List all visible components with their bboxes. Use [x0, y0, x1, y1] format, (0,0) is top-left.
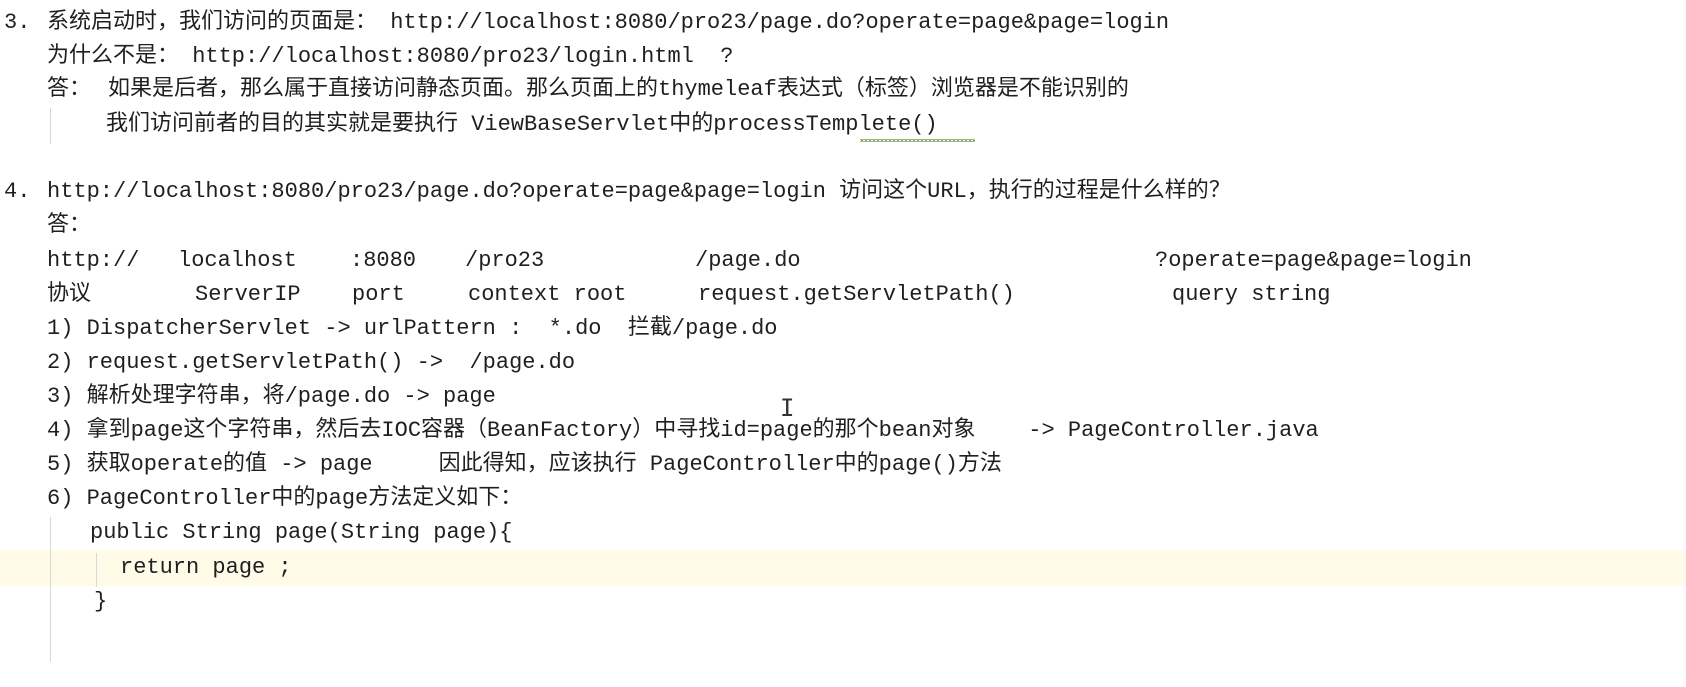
- doc-line: 我们访问前者的目的其实就是要执行 ViewBaseServlet中的proces…: [0, 108, 938, 142]
- step-text: 1) DispatcherServlet -> urlPattern : *.d…: [47, 316, 778, 341]
- doc-line: 答：: [0, 209, 91, 243]
- line-text: 为什么不是： http://localhost:8080/pro23/login…: [47, 44, 734, 69]
- doc-line: 为什么不是： http://localhost:8080/pro23/login…: [0, 40, 734, 74]
- text-cursor-icon: I: [780, 394, 795, 422]
- line-text: 我们访问前者的目的其实就是要执行 ViewBaseServlet中的proces…: [106, 112, 938, 137]
- step-text: 6) PageController中的page方法定义如下：: [47, 486, 523, 511]
- line-text: 系统启动时，我们访问的页面是： http://localhost:8080/pr…: [47, 10, 1170, 35]
- step-line: 4) 拿到page这个字符串，然后去IOC容器（BeanFactory）中寻找i…: [0, 414, 1319, 448]
- url-servlet: /page.do: [695, 248, 801, 273]
- line-text: http://localhost:8080/pro23/page.do?oper…: [47, 179, 1231, 204]
- code-text: }: [94, 589, 108, 614]
- url-query: ?operate=page&page=login: [1155, 248, 1472, 273]
- step-line: 6) PageController中的page方法定义如下：: [0, 482, 522, 516]
- label-query: query string: [1172, 282, 1331, 307]
- url-protocol: http://: [47, 248, 140, 273]
- url-context: /pro23: [465, 248, 545, 273]
- answer-label: 答：: [47, 77, 92, 102]
- code-text: public String page(String page){: [90, 520, 513, 545]
- code-line: }: [0, 585, 107, 619]
- list-number: 3.: [4, 10, 31, 35]
- step-text: 5) 获取operate的值 -> page 因此得知，应该执行 PageCon…: [47, 452, 1002, 477]
- spellcheck-squiggle: [860, 139, 975, 142]
- step-text: 3) 解析处理字符串，将/page.do -> page: [47, 384, 496, 409]
- url-parts-row: http:// localhost :8080 /pro23 /page.do …: [0, 244, 1472, 278]
- step-line: 5) 获取operate的值 -> page 因此得知，应该执行 PageCon…: [0, 448, 1002, 482]
- label-port: port: [352, 282, 405, 307]
- step-text: 4) 拿到page这个字符串，然后去IOC容器（BeanFactory）中寻找i…: [47, 418, 1319, 443]
- doc-line: 答： 如果是后者，那么属于直接访问静态页面。那么页面上的thymeleaf表达式…: [0, 73, 1129, 107]
- answer-label: 答：: [47, 213, 92, 238]
- url-port: :8080: [350, 248, 417, 273]
- label-servlet: request.getServletPath(): [698, 282, 1015, 307]
- list-number: 4.: [4, 179, 31, 204]
- line-text: 如果是后者，那么属于直接访问静态页面。那么页面上的thymeleaf表达式（标签…: [108, 77, 1129, 102]
- label-server: ServerIP: [195, 282, 301, 307]
- code-line: public String page(String page){: [0, 516, 512, 550]
- url-server: localhost: [178, 248, 297, 273]
- step-text: 2) request.getServletPath() -> /page.do: [47, 350, 576, 375]
- label-protocol: 协议: [47, 282, 92, 307]
- editor-area[interactable]: 3. 系统启动时，我们访问的页面是： http://localhost:8080…: [0, 0, 1686, 662]
- step-line: 3) 解析处理字符串，将/page.do -> page: [0, 380, 496, 414]
- indent-guide: [96, 553, 97, 587]
- code-line: return page ;: [0, 551, 292, 585]
- doc-line: 4. http://localhost:8080/pro23/page.do?o…: [0, 175, 1231, 209]
- code-text: return page ;: [120, 555, 292, 580]
- step-line: 1) DispatcherServlet -> urlPattern : *.d…: [0, 312, 778, 346]
- url-labels-row: 协议 ServerIP port context root request.ge…: [0, 278, 1330, 312]
- label-context: context root: [468, 282, 627, 307]
- step-line: 2) request.getServletPath() -> /page.do: [0, 346, 575, 380]
- doc-line: 3. 系统启动时，我们访问的页面是： http://localhost:8080…: [0, 6, 1169, 40]
